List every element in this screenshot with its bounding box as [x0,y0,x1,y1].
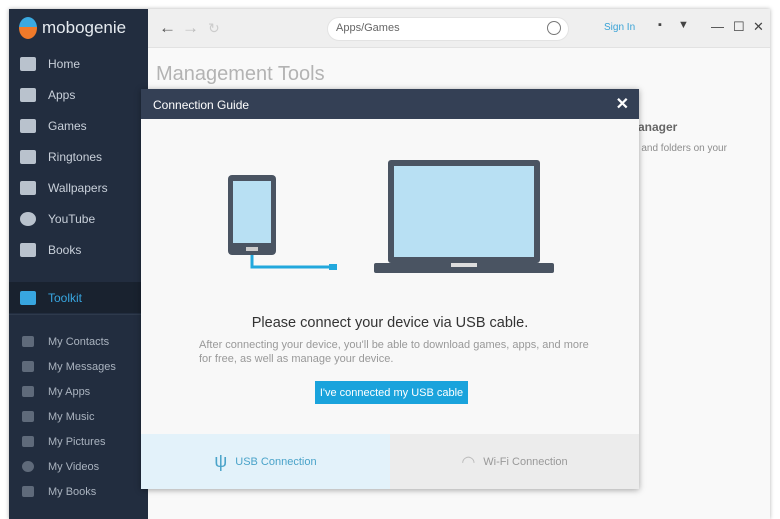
play-icon [20,211,36,226]
connect-message: Please connect your device via USB cable… [251,315,529,331]
top-bar: ← → ↻ Apps/Games Sign In ▪ ▼ — ☐ ✕ [148,9,770,48]
maximize-icon[interactable]: ☐ [733,19,745,35]
label: My Apps [48,385,91,398]
search-value: Apps/Games [336,22,400,34]
apps-icon [20,87,36,102]
connect-description: After connecting your device, you'll be … [199,339,589,365]
sidebar-item-my-messages[interactable]: My Messages [9,354,148,379]
sidebar-item-my-music[interactable]: My Music [9,404,148,429]
label: My Music [48,410,95,423]
minimize-icon[interactable]: — [711,19,724,34]
sidebar-item-my-apps[interactable]: My Apps [9,379,148,404]
dialog-header: Connection Guide ✕ [141,89,639,119]
message-icon[interactable]: ▪ [658,19,662,31]
music-note-icon [22,411,34,422]
video-icon [22,461,34,472]
usb-connected-button[interactable]: I've connected my USB cable [315,381,468,404]
home-icon [20,56,36,71]
contact-icon [22,336,34,347]
image-icon [20,180,36,195]
label: Ringtones [48,149,103,164]
usb-icon: ψ [214,451,228,471]
close-icon[interactable]: ✕ [616,94,629,114]
sidebar-item-wallpapers[interactable]: Wallpapers [9,172,148,203]
tab-usb-connection[interactable]: ψ USB Connection [141,434,390,489]
wrench-icon [20,290,36,305]
sidebar-item-youtube[interactable]: YouTube [9,203,148,234]
search-icon[interactable] [547,21,561,35]
sidebar-item-my-books[interactable]: My Books [9,479,148,504]
sidebar-item-ringtones[interactable]: Ringtones [9,141,148,172]
search-input[interactable]: Apps/Games [327,17,569,41]
close-icon[interactable]: ✕ [753,19,764,35]
tab-wifi-connection[interactable]: ◠ Wi-Fi Connection [390,434,639,489]
label: YouTube [48,211,96,226]
label: Home [48,56,81,71]
label: Wallpapers [48,180,108,195]
sidebar-item-my-videos[interactable]: My Videos [9,454,148,479]
label: Games [48,118,87,133]
dialog-title: Connection Guide [153,98,250,112]
sidebar: mobogenie Home Apps Games Ringtones Wall… [9,9,148,519]
label: My Books [48,485,97,498]
logo: mobogenie [19,17,126,39]
sidebar-item-games[interactable]: Games [9,110,148,141]
sidebar-item-my-contacts[interactable]: My Contacts [9,329,148,354]
label: My Contacts [48,335,110,348]
label: Books [48,242,82,257]
divider [9,314,148,315]
sidebar-item-home[interactable]: Home [9,48,148,79]
tab-label: USB Connection [235,455,317,468]
connection-guide-dialog: Connection Guide ✕ Please connect your de… [141,89,639,489]
sign-in-link[interactable]: Sign In [604,22,635,33]
music-note-icon [20,149,36,164]
book-icon [22,486,34,497]
label: Toolkit [48,290,83,305]
label: My Messages [48,360,116,373]
label: Apps [48,87,76,102]
picture-icon [22,436,34,447]
sidebar-item-toolkit[interactable]: Toolkit [9,282,148,313]
gamepad-icon [20,118,36,133]
sidebar-item-books[interactable]: Books [9,234,148,265]
label: My Videos [48,460,100,473]
message-icon [22,361,34,372]
mobogenie-logo-icon [19,17,37,39]
sidebar-item-my-pictures[interactable]: My Pictures [9,429,148,454]
sidebar-item-apps[interactable]: Apps [9,79,148,110]
usb-cable-icon [250,255,331,269]
forward-arrow-icon[interactable]: → [182,18,199,38]
wifi-icon: ◠ [461,453,476,471]
phone-laptop-illustration [228,160,554,273]
refresh-icon[interactable]: ↻ [208,20,220,37]
apps-icon [22,386,34,397]
book-icon [20,242,36,257]
back-arrow-icon[interactable]: ← [159,18,176,38]
app-name: mobogenie [42,18,127,37]
label: My Pictures [48,435,106,448]
tab-label: Wi-Fi Connection [483,455,568,468]
dropdown-menu-icon[interactable]: ▼ [678,19,689,31]
